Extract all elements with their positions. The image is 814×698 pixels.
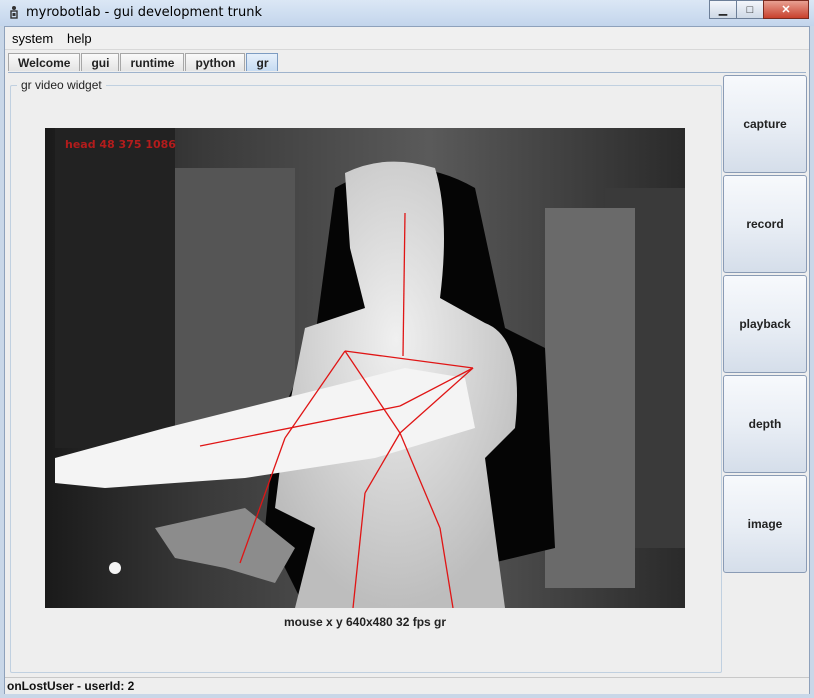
capture-button[interactable]: capture — [723, 75, 807, 173]
depth-image — [45, 128, 685, 608]
status-bar: onLostUser - userId: 2 — [5, 677, 809, 694]
window-titlebar[interactable]: myrobotlab - gui development trunk ▁ □ ✕ — [0, 0, 814, 26]
playback-button[interactable]: playback — [723, 275, 807, 373]
tab-gui[interactable]: gui — [81, 53, 120, 71]
tracking-overlay-text: head 48 375 1086 — [65, 138, 176, 151]
tab-welcome[interactable]: Welcome — [8, 53, 81, 71]
menu-system[interactable]: system — [12, 31, 53, 46]
record-button[interactable]: record — [723, 175, 807, 273]
depth-video-view[interactable]: head 48 375 1086 — [45, 128, 685, 608]
tab-underline — [8, 72, 806, 73]
tab-strip: Welcome gui runtime python gr — [8, 53, 279, 72]
maximize-button[interactable]: □ — [736, 0, 764, 19]
status-text: onLostUser - userId: 2 — [7, 679, 135, 693]
tab-runtime[interactable]: runtime — [120, 53, 185, 71]
window-controls: ▁ □ ✕ — [709, 0, 809, 19]
close-button[interactable]: ✕ — [763, 0, 809, 19]
depth-button[interactable]: depth — [723, 375, 807, 473]
tab-gr[interactable]: gr — [246, 53, 279, 71]
robot-app-icon — [10, 6, 18, 19]
image-button[interactable]: image — [723, 475, 807, 573]
minimize-button[interactable]: ▁ — [709, 0, 737, 19]
tab-python[interactable]: python — [185, 53, 246, 71]
panel-title: gr video widget — [17, 78, 106, 92]
main-client-area: system help Welcome gui runtime python g… — [4, 26, 810, 694]
menubar: system help — [5, 27, 809, 50]
side-button-column: capture record playback depth image — [723, 75, 807, 575]
video-status-caption: mouse x y 640x480 32 fps gr — [283, 615, 447, 629]
menu-help[interactable]: help — [67, 31, 92, 46]
window-title: myrobotlab - gui development trunk — [26, 5, 263, 20]
